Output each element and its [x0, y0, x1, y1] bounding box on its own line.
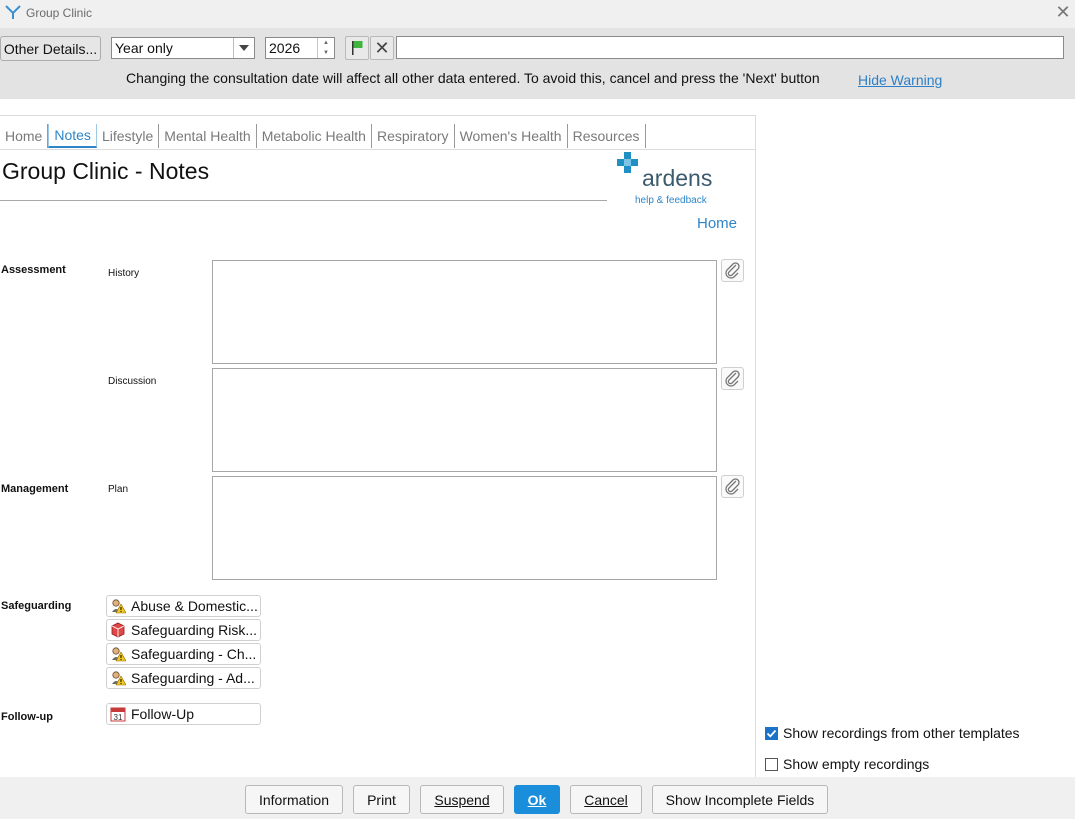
template-panel: Home Notes Lifestyle Mental Health Metab…	[0, 115, 756, 778]
warning-person-icon	[110, 670, 127, 686]
section-follow-up: Follow-up	[1, 711, 53, 723]
ok-button[interactable]: Ok	[514, 785, 560, 814]
history-attach-button[interactable]	[721, 259, 744, 282]
calendar-icon: 31	[110, 706, 126, 722]
discussion-label: Discussion	[108, 376, 157, 387]
show-other-templates-checkbox[interactable]	[765, 726, 778, 740]
tab-mental-health[interactable]: Mental Health	[159, 124, 257, 148]
chip-label: Safeguarding Risk...	[131, 622, 258, 638]
safeguarding-children-button[interactable]: Safeguarding - Ch...	[106, 643, 261, 665]
tab-respiratory[interactable]: Respiratory	[372, 124, 455, 148]
show-other-templates-option[interactable]: Show recordings from other templates	[765, 725, 1020, 741]
print-button[interactable]: Print	[353, 785, 410, 814]
app-logo-icon	[5, 5, 21, 19]
section-management: Management	[1, 483, 69, 495]
title-divider	[0, 200, 607, 201]
consultation-comment-input[interactable]	[396, 36, 1064, 59]
help-feedback-link[interactable]: help & feedback	[635, 195, 707, 206]
tab-notes[interactable]: Notes	[48, 124, 97, 148]
paperclip-icon	[725, 478, 740, 495]
warning-person-icon	[110, 598, 127, 614]
chip-label: Safeguarding - Ad...	[131, 670, 255, 686]
safeguarding-risk-button[interactable]: Safeguarding Risk...	[106, 619, 261, 641]
chip-label: Follow-Up	[131, 706, 195, 722]
show-other-templates-label: Show recordings from other templates	[783, 725, 1020, 741]
show-empty-recordings-label: Show empty recordings	[783, 756, 930, 772]
section-safeguarding: Safeguarding	[1, 600, 72, 612]
paperclip-icon	[725, 262, 740, 279]
year-input[interactable]: 2026 ▲ ▼	[265, 37, 335, 59]
check-icon	[766, 729, 777, 738]
safeguarding-abuse-button[interactable]: Abuse & Domestic...	[106, 595, 261, 617]
tab-womens-health[interactable]: Women's Health	[455, 124, 568, 148]
paperclip-icon	[725, 370, 740, 387]
tab-lifestyle[interactable]: Lifestyle	[97, 124, 160, 148]
discussion-textarea[interactable]	[212, 368, 717, 472]
other-details-button[interactable]: Other Details...	[0, 36, 101, 61]
flag-button[interactable]	[345, 36, 369, 60]
show-empty-recordings-checkbox[interactable]	[765, 757, 778, 771]
tabs-divider	[0, 149, 756, 150]
chip-label: Abuse & Domestic...	[131, 598, 258, 614]
date-precision-select[interactable]: Year only	[111, 37, 255, 59]
show-incomplete-fields-button[interactable]: Show Incomplete Fields	[652, 785, 828, 814]
page-title: Group Clinic - Notes	[2, 158, 210, 184]
date-precision-value: Year only	[115, 40, 173, 56]
calendar-day-text: 31	[114, 713, 123, 722]
spin-down-icon[interactable]: ▼	[318, 48, 334, 58]
safeguarding-adults-button[interactable]: Safeguarding - Ad...	[106, 667, 261, 689]
hide-warning-link[interactable]: Hide Warning	[858, 72, 942, 88]
section-assessment: Assessment	[1, 264, 66, 276]
action-bar: Information Print Suspend Ok Cancel Show…	[0, 777, 1075, 819]
clear-button[interactable]: ✕	[370, 36, 394, 60]
history-label: History	[108, 268, 140, 279]
cube-icon	[110, 622, 126, 638]
tab-resources[interactable]: Resources	[568, 124, 646, 148]
discussion-attach-button[interactable]	[721, 367, 744, 390]
ardens-brand-name: ardens	[642, 165, 713, 191]
plan-label: Plan	[108, 484, 129, 495]
date-warning-text: Changing the consultation date will affe…	[126, 70, 820, 86]
plan-textarea[interactable]	[212, 476, 717, 580]
year-spinner[interactable]: ▲ ▼	[317, 38, 334, 58]
main-content: Home Notes Lifestyle Mental Health Metab…	[0, 98, 1075, 778]
information-button[interactable]: Information	[245, 785, 343, 814]
history-textarea[interactable]	[212, 260, 717, 364]
tab-home[interactable]: Home	[0, 124, 49, 148]
chip-label: Safeguarding - Ch...	[131, 646, 257, 662]
year-value: 2026	[269, 40, 301, 56]
chevron-down-icon[interactable]	[233, 38, 254, 58]
green-flag-icon	[352, 41, 363, 55]
spin-up-icon[interactable]: ▲	[318, 38, 334, 48]
clear-icon: ✕	[374, 38, 390, 58]
follow-up-button[interactable]: 31 Follow-Up	[106, 703, 261, 725]
template-tabs: Home Notes Lifestyle Mental Health Metab…	[0, 120, 646, 148]
warning-person-icon	[110, 646, 127, 662]
suspend-button[interactable]: Suspend	[420, 785, 504, 814]
cancel-button[interactable]: Cancel	[570, 785, 642, 814]
consultation-toolbar: Other Details... Year only 2026 ▲ ▼ ✕ Ch…	[0, 28, 1075, 98]
plan-attach-button[interactable]	[721, 475, 744, 498]
close-icon[interactable]: ✕	[1054, 3, 1072, 21]
title-bar: Group Clinic ✕	[0, 0, 1075, 28]
show-empty-recordings-option[interactable]: Show empty recordings	[765, 756, 929, 772]
tab-metabolic-health[interactable]: Metabolic Health	[257, 124, 372, 148]
home-link[interactable]: Home	[697, 215, 737, 232]
window-title: Group Clinic	[26, 6, 93, 20]
